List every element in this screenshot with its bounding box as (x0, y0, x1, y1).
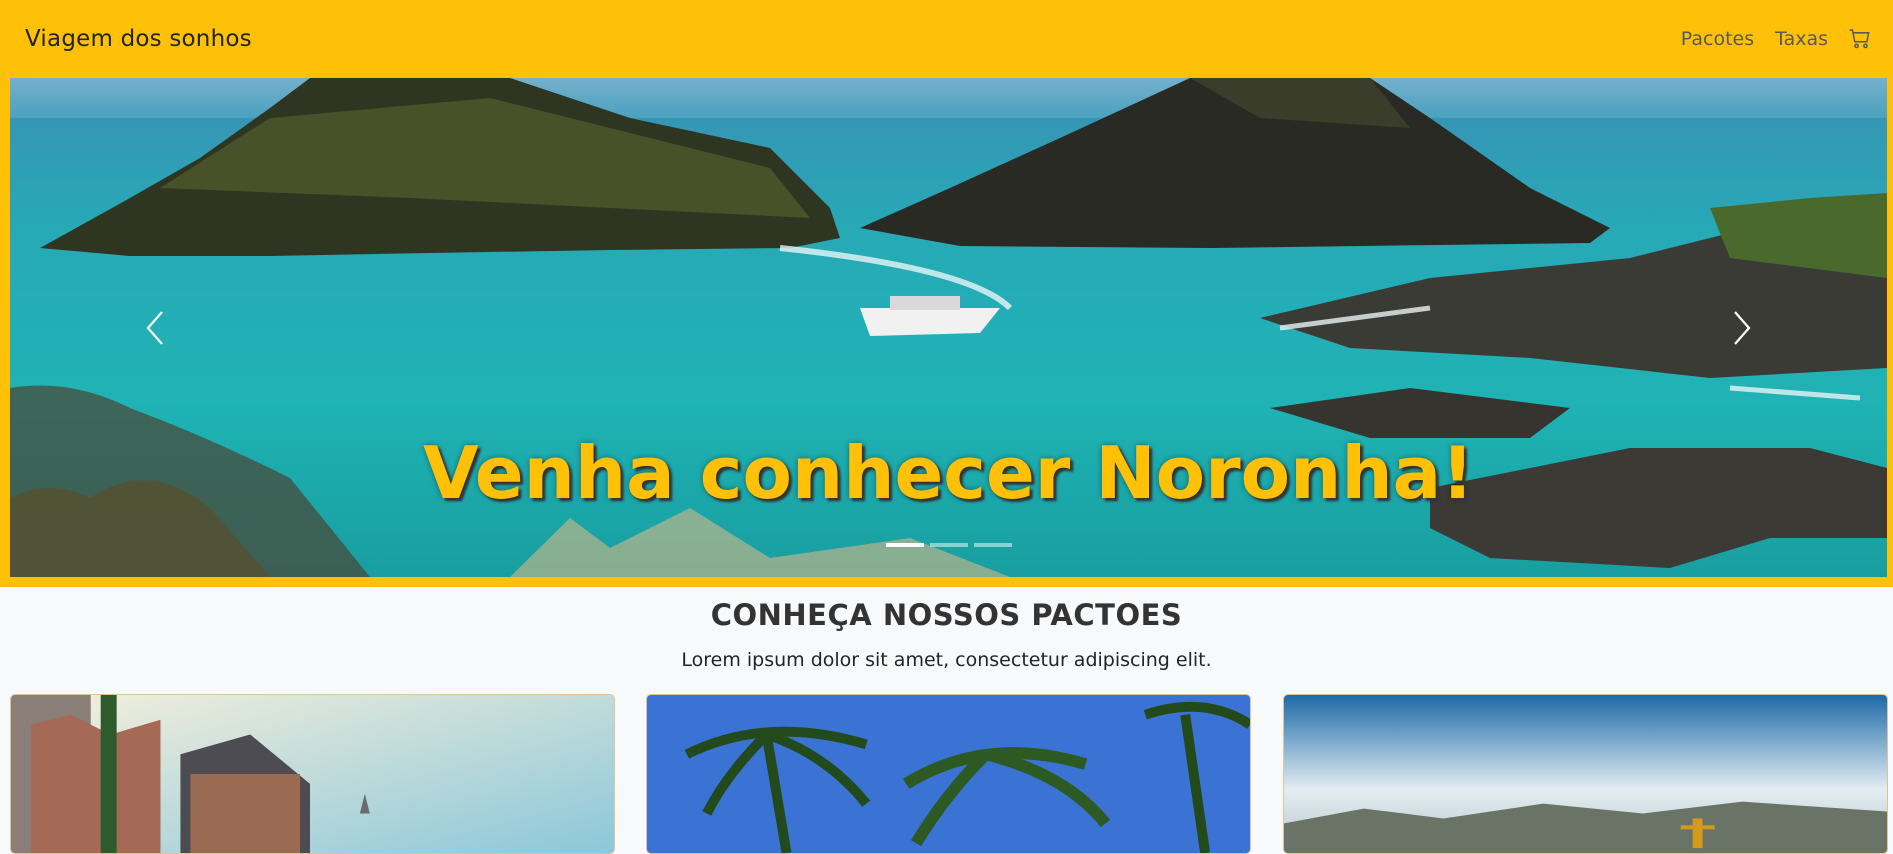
section-subtitle: Lorem ipsum dolor sit amet, consectetur … (681, 649, 1212, 671)
nav-link-taxas[interactable]: Taxas (1775, 28, 1828, 50)
carousel-slide: Venha conhecer Noronha! (10, 78, 1887, 577)
carousel-indicator-3[interactable] (973, 543, 1012, 547)
carousel-caption: Venha conhecer Noronha! (423, 431, 1474, 515)
nav-link-pacotes[interactable]: Pacotes (1681, 28, 1754, 50)
package-card-image (647, 695, 1250, 853)
carousel-indicator-2[interactable] (929, 543, 968, 547)
package-card-image (1284, 695, 1887, 853)
nav-links: Pacotes Taxas (1681, 28, 1871, 50)
package-card-3[interactable] (1283, 694, 1888, 854)
package-card-2[interactable] (646, 694, 1251, 854)
package-card-1[interactable] (10, 694, 615, 854)
chevron-left-icon (146, 310, 163, 345)
brand-link[interactable]: Viagem dos sonhos (25, 26, 252, 52)
navbar: Viagem dos sonhos Pacotes Taxas (0, 0, 1893, 78)
carousel-indicator-1[interactable] (885, 543, 924, 547)
hero-carousel: Venha conhecer Noronha! (0, 78, 1893, 587)
section-title: CONHEÇA NOSSOS PACTOES (710, 598, 1183, 632)
chevron-right-icon (1734, 310, 1751, 345)
package-card-image (11, 695, 614, 853)
cart-icon[interactable] (1849, 28, 1871, 50)
carousel-indicators (10, 543, 1887, 547)
